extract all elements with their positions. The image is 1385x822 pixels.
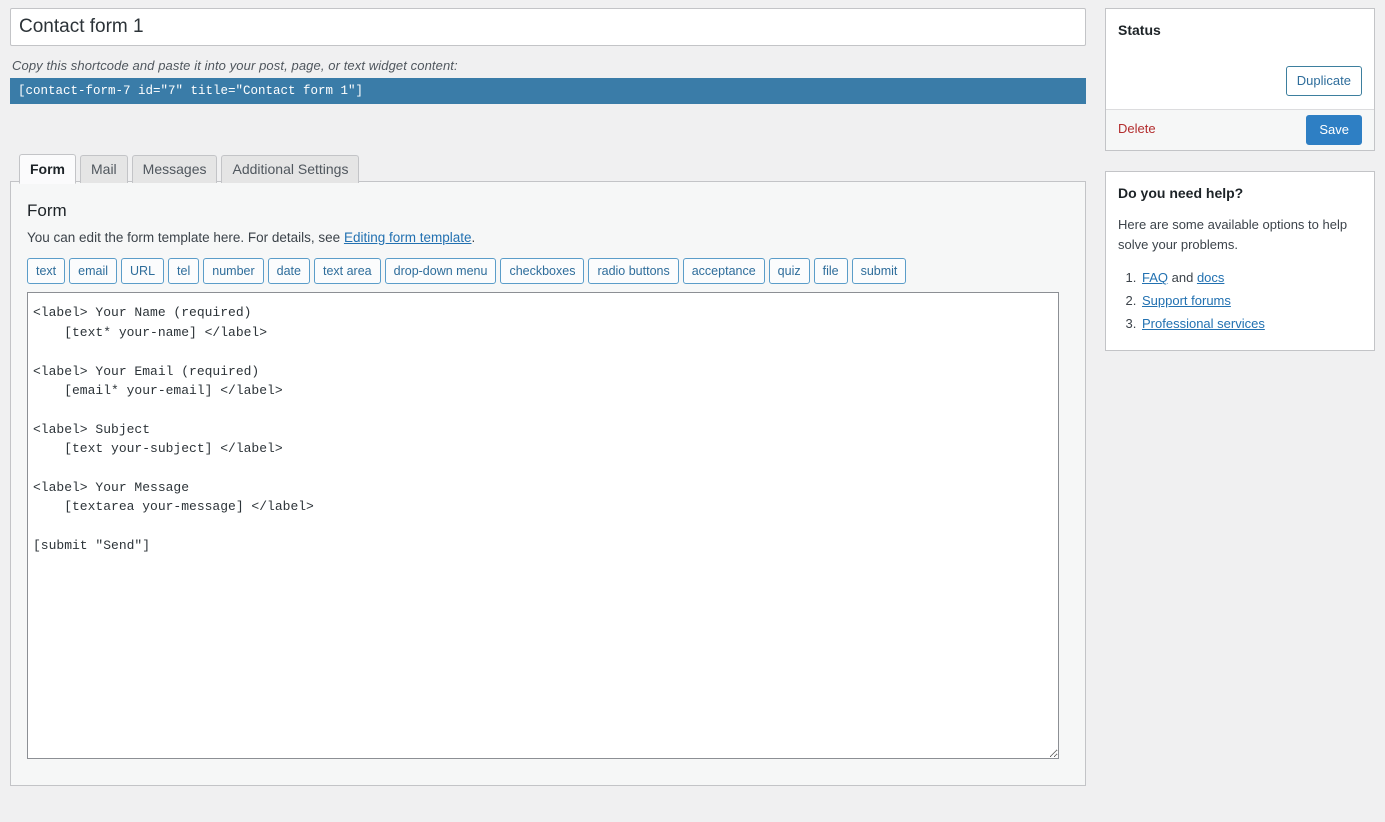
admin-page: Copy this shortcode and paste it into yo… <box>0 0 1385 822</box>
settings-tabs: Form Mail Messages Additional Settings <box>10 154 1086 184</box>
delete-link[interactable]: Delete <box>1118 121 1156 136</box>
tag-button-acceptance[interactable]: acceptance <box>682 258 765 285</box>
tag-button-url[interactable]: URL <box>121 258 165 285</box>
tag-button-number[interactable]: number <box>203 258 264 285</box>
help-panel-heading: Do you need help? <box>1118 184 1244 201</box>
help-list-item: Professional services <box>1140 313 1362 336</box>
tab-form[interactable]: Form <box>19 154 76 184</box>
professional-services-link[interactable]: Professional services <box>1142 316 1265 331</box>
tag-button-email[interactable]: email <box>69 258 118 285</box>
shortcode-field[interactable] <box>10 78 1086 104</box>
form-title-input[interactable] <box>10 8 1086 46</box>
tab-messages[interactable]: Messages <box>131 155 218 183</box>
tag-button-quiz[interactable]: quiz <box>768 258 810 285</box>
tag-button-text[interactable]: text <box>27 258 66 285</box>
major-publishing-actions: Delete Save <box>1106 108 1374 150</box>
tag-button-submit[interactable]: submit <box>851 258 907 285</box>
support-forums-link[interactable]: Support forums <box>1142 293 1231 308</box>
panel-description: You can edit the form template here. For… <box>27 228 1069 248</box>
tag-button-text-area[interactable]: text area <box>313 258 381 285</box>
help-list-item: FAQ and docs <box>1140 267 1362 290</box>
sidebar: Status Duplicate Delete Save Do you need… <box>1105 8 1375 371</box>
help-panel: Do you need help? Here are some availabl… <box>1105 170 1375 351</box>
tag-button-drop-down-menu[interactable]: drop-down menu <box>384 258 497 285</box>
status-panel-heading: Status <box>1118 22 1161 38</box>
panel-description-text: You can edit the form template here. For… <box>27 230 344 246</box>
tab-additional-settings[interactable]: Additional Settings <box>221 155 360 183</box>
form-template-textarea[interactable] <box>27 292 1059 760</box>
form-editor-panel: Form You can edit the form template here… <box>10 181 1086 786</box>
save-button[interactable]: Save <box>1306 114 1362 145</box>
status-panel-body: Duplicate <box>1106 43 1374 109</box>
panel-heading: Form <box>27 201 67 220</box>
panel-description-period: . <box>471 230 476 246</box>
tag-button-tel[interactable]: tel <box>168 258 200 285</box>
help-panel-intro: Here are some available options to help … <box>1118 217 1348 253</box>
main-column: Copy this shortcode and paste it into yo… <box>10 8 1086 786</box>
tag-button-checkboxes[interactable]: checkboxes <box>500 258 585 285</box>
shortcode-hint: Copy this shortcode and paste it into yo… <box>12 58 458 73</box>
help-links-list: FAQ and docs Support forums Professional… <box>1118 267 1362 335</box>
duplicate-button[interactable]: Duplicate <box>1285 65 1362 96</box>
tag-generator-buttons: text email URL tel number date text area drop-d… <box>27 258 1069 285</box>
faq-link[interactable]: FAQ <box>1142 270 1168 285</box>
editing-form-template-link[interactable]: Editing form template <box>344 230 472 245</box>
help-list-item: Support forums <box>1140 290 1362 313</box>
status-panel: Status Duplicate Delete Save <box>1105 8 1375 151</box>
tag-button-file[interactable]: file <box>813 258 848 285</box>
tag-button-date[interactable]: date <box>267 258 310 285</box>
faq-and-text: and <box>1168 270 1197 286</box>
tag-button-radio-buttons[interactable]: radio buttons <box>588 258 679 285</box>
docs-link[interactable]: docs <box>1197 270 1224 285</box>
tab-mail[interactable]: Mail <box>80 155 128 183</box>
